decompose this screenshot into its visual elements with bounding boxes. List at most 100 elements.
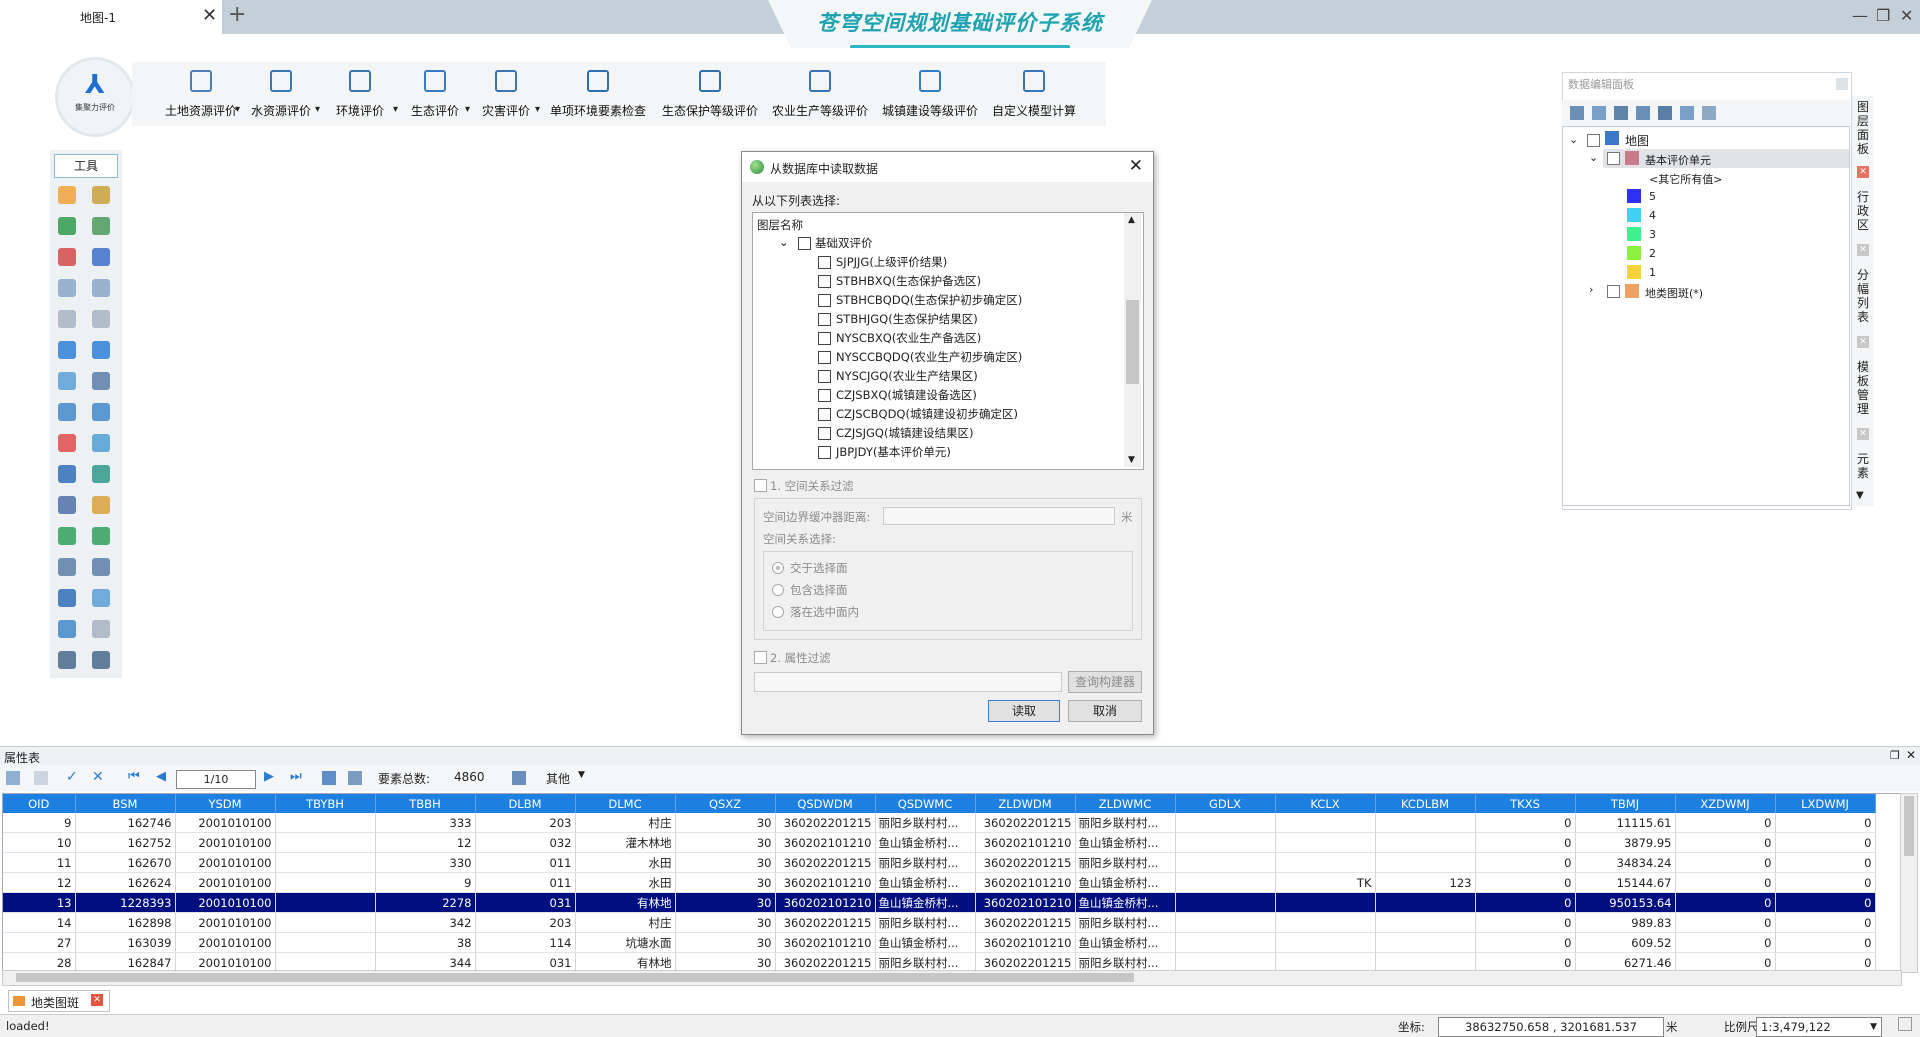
first-page-icon[interactable]: ⏮ bbox=[128, 769, 140, 784]
list-scroll-thumb[interactable] bbox=[1126, 300, 1139, 384]
copy-icon[interactable] bbox=[58, 279, 78, 299]
import-icon[interactable] bbox=[92, 186, 112, 206]
scale-combo[interactable]: 1:3,479,122 ▼ bbox=[1756, 1017, 1882, 1037]
prev-view-icon[interactable] bbox=[58, 620, 78, 640]
side-tab-layers[interactable]: 图层面板 bbox=[1854, 100, 1872, 156]
fit-icon[interactable] bbox=[92, 558, 112, 578]
column-header[interactable]: KCLX bbox=[1275, 794, 1376, 813]
save-icon[interactable] bbox=[34, 771, 48, 785]
table-row[interactable]: 12 162624 2001010100 9 011 水田 30 360202101210 鱼山… bbox=[3, 872, 1876, 893]
column-header[interactable]: DLMC bbox=[575, 794, 676, 813]
layer-checkbox[interactable] bbox=[818, 351, 831, 364]
globe-icon[interactable] bbox=[58, 589, 78, 609]
layer-list-item[interactable]: SJPJJG(上级评价结果) bbox=[836, 254, 947, 270]
close-icon[interactable]: ✕ bbox=[1906, 748, 1916, 762]
column-header[interactable]: BSM bbox=[75, 794, 176, 813]
chevron-down-icon[interactable]: ▾ bbox=[315, 104, 320, 115]
root-checkbox[interactable] bbox=[1587, 134, 1600, 147]
chevron-down-icon[interactable]: ▾ bbox=[393, 104, 398, 115]
layer-checkbox[interactable] bbox=[818, 389, 831, 402]
scroll-up-icon[interactable]: ▲ bbox=[1128, 215, 1135, 225]
grid-scroll-thumb[interactable] bbox=[1904, 796, 1914, 856]
column-header[interactable]: TKXS bbox=[1475, 794, 1576, 813]
tree-layer-label[interactable]: 基本评价单元 bbox=[1645, 152, 1711, 168]
column-header[interactable]: TBYBH bbox=[275, 794, 376, 813]
relation-radio-contain[interactable] bbox=[772, 584, 784, 596]
undo-icon[interactable] bbox=[58, 310, 78, 330]
column-header[interactable]: YSDM bbox=[175, 794, 276, 813]
layer-list-item[interactable]: CZJSCBQDQ(城镇建设初步确定区) bbox=[836, 406, 1018, 422]
query-builder-button[interactable]: 查询构建器 bbox=[1068, 671, 1142, 693]
column-header[interactable]: ZLDWMC bbox=[1075, 794, 1176, 813]
check-icon[interactable]: ✓ bbox=[66, 769, 78, 785]
layer-checkbox[interactable] bbox=[818, 446, 831, 459]
layer-checkbox[interactable] bbox=[818, 256, 831, 269]
ribbon-button[interactable]: 自定义模型计算 bbox=[986, 62, 1082, 126]
ribbon-button[interactable]: 农业生产等级评价 bbox=[766, 62, 874, 126]
expand-layer-icon[interactable]: ⌄ bbox=[1589, 151, 1598, 164]
ribbon-button[interactable]: 单项环境要素检查 bbox=[542, 62, 654, 126]
add-layer-icon[interactable] bbox=[58, 403, 78, 423]
close-tab-icon[interactable]: ✕ bbox=[202, 5, 217, 26]
group-expand-icon[interactable]: ⌄ bbox=[779, 235, 789, 249]
full-extent-icon[interactable] bbox=[58, 558, 78, 578]
column-header[interactable]: KCDLBM bbox=[1375, 794, 1476, 813]
close-icon[interactable]: ✕ bbox=[1857, 336, 1869, 348]
column-header[interactable]: DLBM bbox=[475, 794, 576, 813]
zoom-out-icon[interactable] bbox=[92, 527, 112, 547]
relation-radio-within[interactable] bbox=[772, 606, 784, 618]
ribbon-button[interactable]: 城镇建设等级评价 bbox=[876, 62, 984, 126]
other-dropdown[interactable]: 其他 bbox=[546, 770, 570, 787]
layer-list-item[interactable]: STBHCBQDQ(生态保护初步确定区) bbox=[836, 292, 1022, 308]
close-icon[interactable]: ✕ bbox=[1857, 428, 1869, 440]
ribbon-button[interactable]: 水资源评价 ▾ bbox=[242, 62, 320, 126]
chevron-down-icon[interactable]: ▾ bbox=[235, 104, 240, 115]
side-tab-elements[interactable]: 元素 bbox=[1854, 452, 1872, 488]
ribbon-button[interactable]: 生态保护等级评价 bbox=[656, 62, 764, 126]
edit-table-icon[interactable] bbox=[6, 771, 20, 785]
side-tab-sheets[interactable]: 分幅列表 bbox=[1854, 268, 1872, 324]
table-row[interactable]: 27 163039 2001010100 38 114 坑塘水面 30 36020210121… bbox=[3, 932, 1876, 953]
zoom-in-icon[interactable] bbox=[58, 527, 78, 547]
expand-layer2-icon[interactable]: › bbox=[1589, 283, 1593, 296]
globe-grid-icon[interactable] bbox=[58, 372, 78, 392]
trash-icon[interactable] bbox=[58, 496, 78, 516]
next-view-icon[interactable] bbox=[92, 620, 112, 640]
grid-icon[interactable] bbox=[1658, 106, 1672, 120]
eraser-icon[interactable] bbox=[92, 496, 112, 516]
ribbon-button[interactable]: 生态评价 ▾ bbox=[400, 62, 470, 126]
layer-list-item[interactable]: STBHBXQ(生态保护备选区) bbox=[836, 273, 981, 289]
page-input[interactable]: 1/10 bbox=[176, 770, 256, 789]
column-header[interactable]: XZDWMJ bbox=[1675, 794, 1776, 813]
ribbon-button[interactable]: 灾害评价 ▾ bbox=[472, 62, 540, 126]
group-checkbox[interactable] bbox=[798, 237, 811, 250]
layer-menu-icon[interactable] bbox=[1592, 106, 1606, 120]
info-icon[interactable] bbox=[58, 341, 78, 361]
column-header[interactable]: TBMJ bbox=[1575, 794, 1676, 813]
column-header[interactable]: GDLX bbox=[1175, 794, 1276, 813]
layer-list-item[interactable]: CZJSJGQ(城镇建设结果区) bbox=[836, 425, 973, 441]
settings-icon[interactable] bbox=[1898, 1017, 1912, 1031]
group-label[interactable]: 基础双评价 bbox=[815, 235, 873, 251]
pin-icon[interactable] bbox=[1836, 78, 1848, 90]
layer-checkbox[interactable] bbox=[1607, 152, 1620, 165]
next-page-icon[interactable]: ▶ bbox=[264, 769, 274, 784]
prev-page-icon[interactable]: ◀ bbox=[156, 769, 166, 784]
layer-list-item[interactable]: NYSCCBQDQ(农业生产初步确定区) bbox=[836, 349, 1022, 365]
close-window-button[interactable]: ✕ bbox=[1900, 6, 1913, 25]
home-icon[interactable] bbox=[1636, 106, 1650, 120]
target-icon[interactable] bbox=[1680, 106, 1694, 120]
select-icon[interactable] bbox=[92, 248, 112, 268]
table-row[interactable]: 10 162752 2001010100 12 032 灌木林地 30 36020210121… bbox=[3, 832, 1876, 853]
close-icon[interactable]: ✕ bbox=[1857, 244, 1869, 256]
layer-list-item[interactable]: STBHJGQ(生态保护结果区) bbox=[836, 311, 978, 327]
tree-root-label[interactable]: 地图 bbox=[1625, 132, 1649, 149]
cancel-icon[interactable]: ✕ bbox=[92, 769, 104, 785]
refresh-icon[interactable] bbox=[92, 589, 112, 609]
layer-checkbox[interactable] bbox=[818, 370, 831, 383]
layer-list-item[interactable]: NYSCBXQ(农业生产备选区) bbox=[836, 330, 981, 346]
cancel-button[interactable]: 取消 bbox=[1068, 700, 1142, 722]
layer2-checkbox[interactable] bbox=[1607, 285, 1620, 298]
layer-list-item[interactable]: NYSCJGQ(农业生产结果区) bbox=[836, 368, 978, 384]
chevron-down-icon[interactable]: ▾ bbox=[535, 104, 540, 115]
